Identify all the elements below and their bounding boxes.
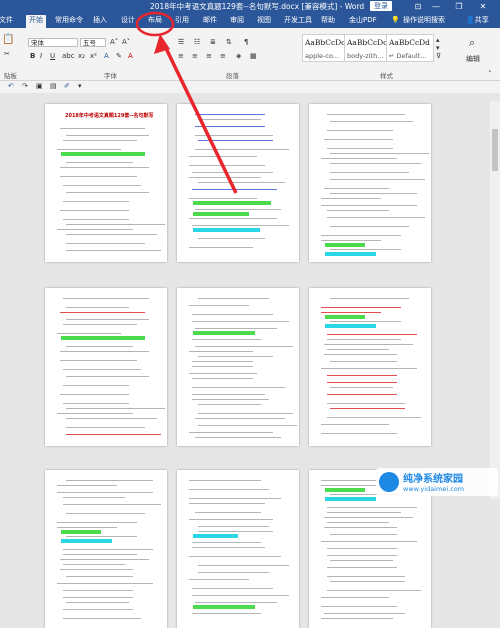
text-line xyxy=(63,549,153,550)
text-line xyxy=(327,555,397,556)
text-line xyxy=(60,559,149,560)
text-line xyxy=(189,556,281,557)
text-line xyxy=(198,565,289,566)
text-line xyxy=(192,595,289,596)
text-line xyxy=(327,576,405,577)
text-line xyxy=(324,517,413,518)
text-line xyxy=(324,527,397,528)
watermark-title: 纯净系统家园 xyxy=(403,474,463,485)
text-line xyxy=(330,534,397,535)
text-line xyxy=(195,602,277,603)
text-line xyxy=(321,541,417,542)
text-line xyxy=(198,526,269,527)
text-line xyxy=(189,503,265,504)
text-line xyxy=(192,547,265,548)
text-line xyxy=(321,606,397,607)
text-line xyxy=(195,512,261,513)
text-line xyxy=(327,522,389,523)
text-line xyxy=(327,590,421,591)
text-line xyxy=(66,513,145,514)
text-line xyxy=(63,564,125,565)
text-line xyxy=(192,588,273,589)
text-line xyxy=(66,602,129,603)
text-line xyxy=(63,618,141,619)
watermark-logo-icon xyxy=(379,472,399,492)
highlighted-text xyxy=(61,539,112,543)
watermark-url: www.yidaimei.com xyxy=(403,485,465,493)
text-line xyxy=(198,531,273,532)
text-line xyxy=(321,597,389,598)
text-line xyxy=(189,579,249,580)
text-line xyxy=(63,554,137,555)
text-line xyxy=(63,590,133,591)
text-line xyxy=(63,597,133,598)
text-line xyxy=(57,522,137,523)
text-line xyxy=(192,542,261,543)
highlighted-text xyxy=(193,605,255,609)
text-line xyxy=(327,548,397,549)
annotation-overlay xyxy=(135,11,238,194)
text-line xyxy=(192,613,261,614)
text-line xyxy=(324,613,405,614)
highlight-circle xyxy=(135,11,175,37)
text-line xyxy=(66,576,133,577)
text-line xyxy=(57,527,117,528)
pointer-arrow-shaft xyxy=(160,39,238,194)
watermark: 纯净系统家园 www.yidaimei.com xyxy=(376,468,498,496)
text-line xyxy=(330,560,393,561)
text-line xyxy=(189,519,273,520)
text-line xyxy=(63,609,133,610)
highlighted-text xyxy=(61,530,101,534)
text-line xyxy=(60,569,133,570)
text-line xyxy=(327,567,397,568)
text-line xyxy=(66,536,137,537)
text-line xyxy=(327,512,401,513)
highlighted-text xyxy=(193,534,238,538)
text-line xyxy=(63,504,161,505)
text-line xyxy=(198,572,269,573)
text-line xyxy=(330,581,405,582)
text-line xyxy=(321,618,393,619)
text-line xyxy=(57,583,153,584)
text-line xyxy=(327,507,417,508)
